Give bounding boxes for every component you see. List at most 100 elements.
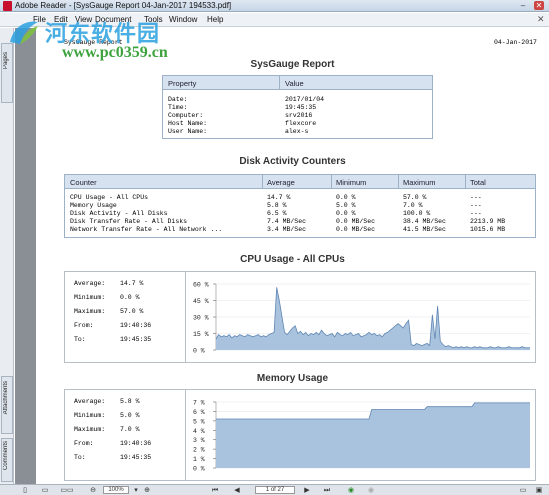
cpu-minimum-label: Minimum: (74, 294, 106, 301)
property-labels: Date: Time: Computer: Host Name: User Na… (168, 96, 208, 135)
average-column: 14.7 % 5.8 % 6.5 % 7.4 MB/Sec 3.4 MB/Sec (267, 194, 307, 233)
single-page-view-icon[interactable]: ▯ (20, 486, 30, 495)
property-table: Property Value Date: Time: Computer: Hos… (162, 75, 433, 139)
memory-tick-label: 2 % (193, 447, 205, 454)
cpu-maximum-value: 57.0 % (120, 308, 144, 315)
document-viewport[interactable]: SysGauge Report 04-Jan-2017 SysGauge Rep… (15, 28, 549, 484)
cpu-from-label: From: (74, 322, 94, 329)
memory-from-value: 19:40:36 (120, 440, 152, 447)
zoom-in-icon[interactable]: ⊕ (142, 486, 152, 495)
memory-usage-chart: 7 % 6 % 5 % 4 % 3 % 2 % 1 % 0 % (193, 400, 530, 473)
tab-pages[interactable]: Pages (1, 43, 13, 103)
average-column-header: Average (267, 178, 295, 187)
menu-help[interactable]: Help (207, 15, 223, 24)
memory-to-value: 19:45:35 (120, 454, 152, 461)
column-divider (398, 175, 399, 189)
memory-tick-label: 5 % (193, 418, 205, 425)
cpu-to-value: 19:45:35 (120, 336, 152, 343)
memory-maximum-value: 7.0 % (120, 426, 140, 433)
split-view-icon[interactable]: ▭ (518, 486, 528, 495)
memory-tick-label: 4 % (193, 428, 205, 435)
facing-view-icon[interactable]: ▭▭ (60, 486, 74, 495)
memory-tick-label: 1 % (193, 456, 205, 463)
column-divider (279, 76, 280, 90)
cpu-tick-label: 30 % (193, 315, 209, 322)
memory-usage-title: Memory Usage (256, 373, 329, 384)
cpu-usage-title: CPU Usage - All CPUs (240, 254, 345, 265)
memory-usage-panel: Average: 5.8 % Minimum: 5.0 % Maximum: 7… (64, 389, 536, 481)
menu-window[interactable]: Window (169, 15, 197, 24)
memory-maximum-label: Maximum: (74, 426, 106, 433)
column-divider (331, 175, 332, 189)
back-icon[interactable]: ◉ (346, 486, 356, 495)
total-column-header: Total (470, 178, 486, 187)
cpu-average-value: 14.7 % (120, 280, 144, 287)
memory-to-label: To: (74, 454, 86, 461)
tab-attachments-label: Attachments (3, 381, 9, 415)
disk-activity-table: Counter Average Minimum Maximum Total CP… (64, 174, 536, 238)
close-button[interactable]: ✕ (534, 1, 544, 10)
property-values: 2017/01/04 19:45:35 srv2016 flexcore ale… (285, 96, 325, 135)
adobe-reader-icon (3, 1, 12, 11)
cpu-to-label: To: (74, 336, 86, 343)
zoom-dropdown-icon[interactable]: ▾ (132, 486, 140, 495)
pdf-page: SysGauge Report 04-Jan-2017 SysGauge Rep… (36, 28, 549, 484)
counter-column: CPU Usage - All CPUs Memory Usage Disk A… (70, 194, 223, 233)
cpu-tick-label: 60 % (193, 282, 209, 289)
memory-tick-label: 7 % (193, 400, 205, 407)
value-column-header: Value (285, 79, 304, 88)
maximum-column-header: Maximum (403, 178, 436, 187)
maximum-column: 57.0 % 7.0 % 100.0 % 38.4 MB/Sec 41.5 MB… (403, 194, 446, 233)
tab-pages-label: Pages (3, 52, 9, 70)
navigation-panel: Pages Attachments Comments (0, 28, 14, 484)
status-bar: ▯ ▭ ▭▭ ⊖ 100% ▾ ⊕ ⏮ ◀ 1 of 27 ▶ ⏭ ◉ ◉ ▭ … (0, 484, 549, 495)
memory-tick-label: 6 % (193, 409, 205, 416)
cpu-tick-label: 45 % (193, 298, 209, 305)
full-view-icon[interactable]: ▣ (534, 486, 544, 495)
total-column: --- --- --- 2213.9 MB 1015.6 MB (470, 194, 506, 233)
cpu-average-label: Average: (74, 280, 106, 287)
cpu-tick-label: 0 % (193, 348, 205, 355)
continuous-view-icon[interactable]: ▭ (40, 486, 50, 495)
cpu-area (216, 287, 530, 350)
minimize-button[interactable]: – (518, 1, 528, 10)
memory-from-label: From: (74, 440, 94, 447)
column-divider (262, 175, 263, 189)
tab-comments-label: Comments (3, 441, 9, 471)
memory-minimum-label: Minimum: (74, 412, 106, 419)
window-title: Adobe Reader - [SysGauge Report 04-Jan-2… (15, 1, 232, 10)
cpu-tick-label: 15 % (193, 331, 209, 338)
first-page-icon[interactable]: ⏮ (210, 486, 220, 495)
memory-average-label: Average: (74, 398, 106, 405)
memory-average-value: 5.8 % (120, 398, 140, 405)
cpu-minimum-value: 0.0 % (120, 294, 140, 301)
window-title-bar: Adobe Reader - [SysGauge Report 04-Jan-2… (0, 0, 549, 12)
property-column-header: Property (168, 79, 197, 88)
minimum-column: 0.0 % 5.0 % 0.0 % 0.0 MB/Sec 0.0 MB/Sec (336, 194, 376, 233)
column-divider (465, 175, 466, 189)
memory-tick-label: 3 % (193, 437, 205, 444)
previous-page-icon[interactable]: ◀ (232, 486, 242, 495)
page-number-field[interactable]: 1 of 27 (255, 486, 295, 494)
cpu-from-value: 19:40:36 (120, 322, 152, 329)
disk-table-header: Counter Average Minimum Maximum Total (65, 175, 535, 189)
forward-icon[interactable]: ◉ (366, 486, 376, 495)
cpu-usage-panel: Average: 14.7 % Minimum: 0.0 % Maximum: … (64, 271, 536, 363)
watermark-url: www.pc0359.cn (62, 44, 168, 61)
next-page-icon[interactable]: ▶ (302, 486, 312, 495)
document-close-icon[interactable]: ✕ (537, 14, 545, 25)
tab-comments[interactable]: Comments (1, 438, 13, 482)
disk-activity-title: Disk Activity Counters (239, 156, 346, 167)
property-table-header: Property Value (163, 76, 432, 90)
memory-minimum-value: 5.0 % (120, 412, 140, 419)
cpu-usage-chart: 60 % 45 % 30 % 15 % 0 % (193, 282, 530, 355)
zoom-level-field[interactable]: 100% (103, 486, 129, 494)
tab-attachments[interactable]: Attachments (1, 376, 13, 434)
last-page-icon[interactable]: ⏭ (322, 486, 332, 495)
zoom-out-icon[interactable]: ⊖ (88, 486, 98, 495)
cpu-maximum-label: Maximum: (74, 308, 106, 315)
counter-column-header: Counter (70, 178, 97, 187)
memory-area (216, 402, 530, 468)
watermark-logo-icon (10, 21, 38, 44)
page-header-date: 04-Jan-2017 (494, 39, 537, 46)
